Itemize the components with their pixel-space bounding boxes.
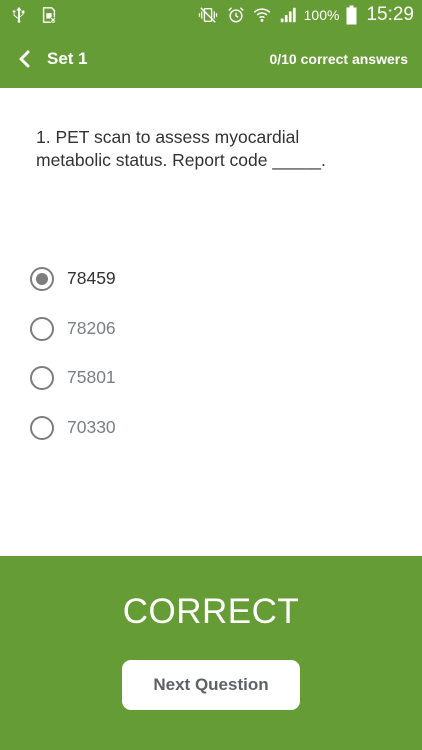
status-bar: 100% 15:29 xyxy=(0,0,422,30)
app-bar: Set 1 0/10 correct answers xyxy=(0,30,422,88)
chevron-left-icon xyxy=(18,50,32,68)
score-counter: 0/10 correct answers xyxy=(269,51,408,67)
radio-unselected-icon[interactable] xyxy=(30,415,54,440)
answer-option-label: 70330 xyxy=(67,416,116,437)
result-message: CORRECT xyxy=(122,592,300,631)
vibrate-mute-icon xyxy=(196,6,220,24)
question-text: 1. PET scan to assess myocardial metabol… xyxy=(36,127,326,170)
answer-option-label: 78459 xyxy=(67,268,116,288)
radio-unselected-icon[interactable] xyxy=(30,366,54,390)
battery-icon xyxy=(346,5,357,25)
answer-option-label: 75801 xyxy=(67,367,116,387)
feedback-panel: CORRECT Next Question xyxy=(0,556,422,750)
answer-option[interactable]: 78206 xyxy=(30,314,390,364)
quiz-screen: 100% 15:29 Set 1 0/10 correct answers 1.… xyxy=(0,0,422,750)
radio-selected-icon[interactable] xyxy=(30,267,54,291)
wifi-icon xyxy=(252,6,272,24)
signal-icon xyxy=(279,6,297,24)
battery-percent: 100% xyxy=(303,7,340,23)
page-title: Set 1 xyxy=(47,49,88,68)
status-bar-right: 100% 15:29 xyxy=(196,3,414,27)
back-button[interactable] xyxy=(12,44,38,74)
alarm-icon xyxy=(227,6,245,24)
usb-icon xyxy=(10,6,28,24)
status-bar-left xyxy=(10,5,58,25)
sim-card-icon xyxy=(40,6,58,24)
answer-option[interactable]: 75801 xyxy=(30,363,390,413)
answer-options: 78459 78206 75801 70330 xyxy=(30,264,390,462)
clock: 15:29 xyxy=(366,4,414,25)
radio-unselected-icon[interactable] xyxy=(30,316,54,341)
answer-option[interactable]: 70330 xyxy=(30,413,390,463)
answer-option[interactable]: 78459 xyxy=(30,264,390,314)
answer-option-label: 78206 xyxy=(67,317,116,338)
next-question-button[interactable]: Next Question xyxy=(122,660,300,710)
